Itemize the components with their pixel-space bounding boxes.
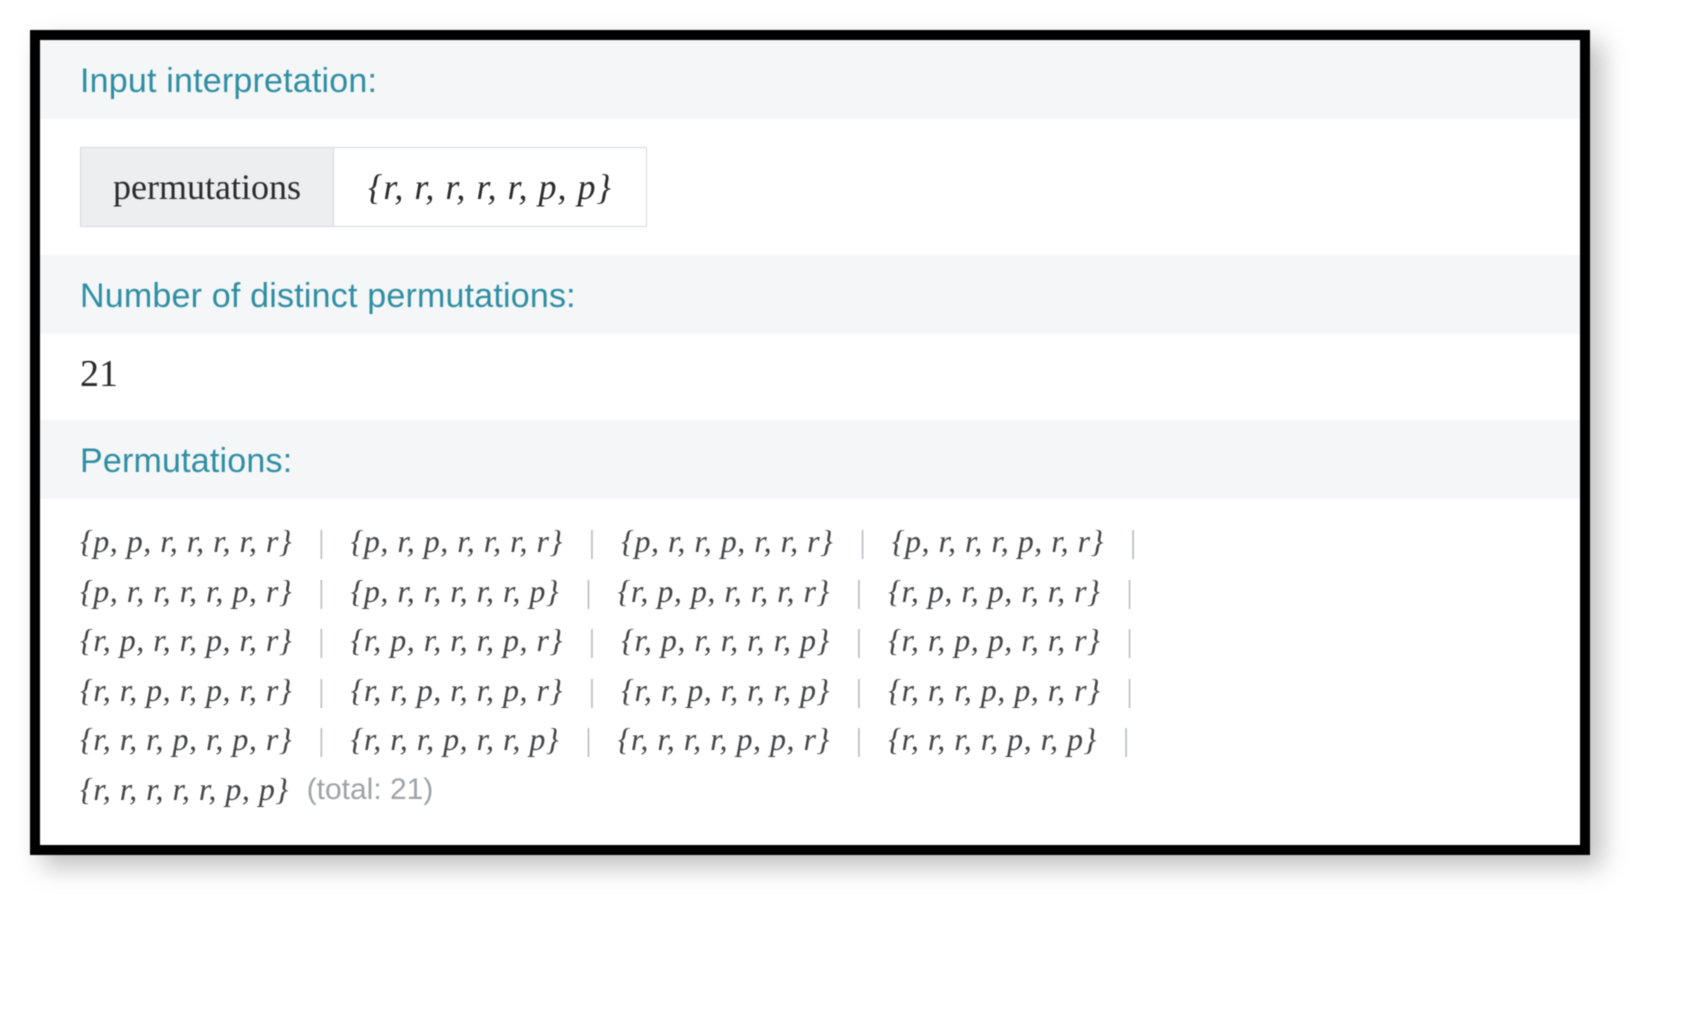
permutation-item: {r, r, r, r, p, r, p} [888,715,1097,765]
permutation-item: {r, r, p, r, r, p, r} [351,666,563,716]
permutation-item: {r, r, p, r, r, r, p} [621,666,830,716]
separator: | [1130,517,1136,567]
separator: | [318,715,324,765]
permutation-item: {r, r, p, r, p, r, r} [80,666,292,716]
result-card: Input interpretation: permutations {r, r… [30,30,1590,855]
separator: | [1126,567,1132,617]
permutation-item: {r, p, r, p, r, r, r} [888,567,1100,617]
permutation-item: {r, r, r, p, r, p, r} [80,715,292,765]
permutation-item: {r, r, r, p, p, r, r} [888,666,1100,716]
separator: | [589,517,595,567]
separator: | [856,666,862,716]
permutation-item: {r, p, p, r, r, r, r} [618,567,830,617]
separator: | [859,517,865,567]
permutation-item: {r, r, p, p, r, r, r} [888,616,1100,666]
separator: | [318,616,324,666]
separator: | [585,715,591,765]
permutation-item: {r, p, r, r, p, r, r} [80,616,292,666]
permutation-row: {p, r, r, r, r, p, r} | {p, r, r, r, r, r,… [80,567,1540,617]
separator: | [585,567,591,617]
separator: | [1126,616,1132,666]
input-interpretation-body: permutations {r, r, r, r, r, p, p} [80,147,647,227]
permutation-row: {r, p, r, r, p, r, r} | {r, p, r, r, r, p,… [80,616,1540,666]
separator: | [856,616,862,666]
operation-label: permutations [81,148,334,226]
permutation-item: {p, r, r, p, r, r, r} [621,517,833,567]
permutation-row: {r, r, r, p, r, p, r} | {r, r, r, p, r, r,… [80,715,1540,765]
permutation-item: {p, r, r, r, r, p, r} [80,567,292,617]
separator: | [318,517,324,567]
separator: | [1126,666,1132,716]
separator: | [318,567,324,617]
separator: | [589,666,595,716]
permutation-item: {p, r, r, r, p, r, r} [892,517,1104,567]
separator: | [318,666,324,716]
input-multiset: {r, r, r, r, r, p, p} [334,148,646,226]
permutation-item: {r, r, r, p, r, r, p} [351,715,560,765]
permutation-item: {r, r, r, r, p, p, r} [618,715,830,765]
permutation-item: {r, p, r, r, r, p, r} [351,616,563,666]
input-interpretation-header: Input interpretation: [40,40,1580,119]
count-value: 21 [40,334,1580,420]
separator: | [856,567,862,617]
permutation-item: {r, r, r, r, r, p, p} [80,765,289,815]
count-header: Number of distinct permutations: [40,255,1580,334]
total-note: (total: 21) [307,767,434,814]
separator: | [856,715,862,765]
permutation-item: {p, p, r, r, r, r, r} [80,517,292,567]
separator: | [589,616,595,666]
separator: | [1123,715,1129,765]
permutation-row: {r, r, r, r, r, p, p} (total: 21) [80,765,1540,815]
permutations-list: {p, p, r, r, r, r, r} | {p, r, p, r, r, r,… [40,499,1580,825]
permutation-item: {p, r, p, r, r, r, r} [351,517,563,567]
permutation-row: {p, p, r, r, r, r, r} | {p, r, p, r, r, r,… [80,517,1540,567]
permutation-row: {r, r, p, r, p, r, r} | {r, r, p, r, r, p,… [80,666,1540,716]
permutation-item: {r, p, r, r, r, r, p} [621,616,830,666]
permutations-header: Permutations: [40,420,1580,499]
permutation-item: {p, r, r, r, r, r, p} [351,567,560,617]
